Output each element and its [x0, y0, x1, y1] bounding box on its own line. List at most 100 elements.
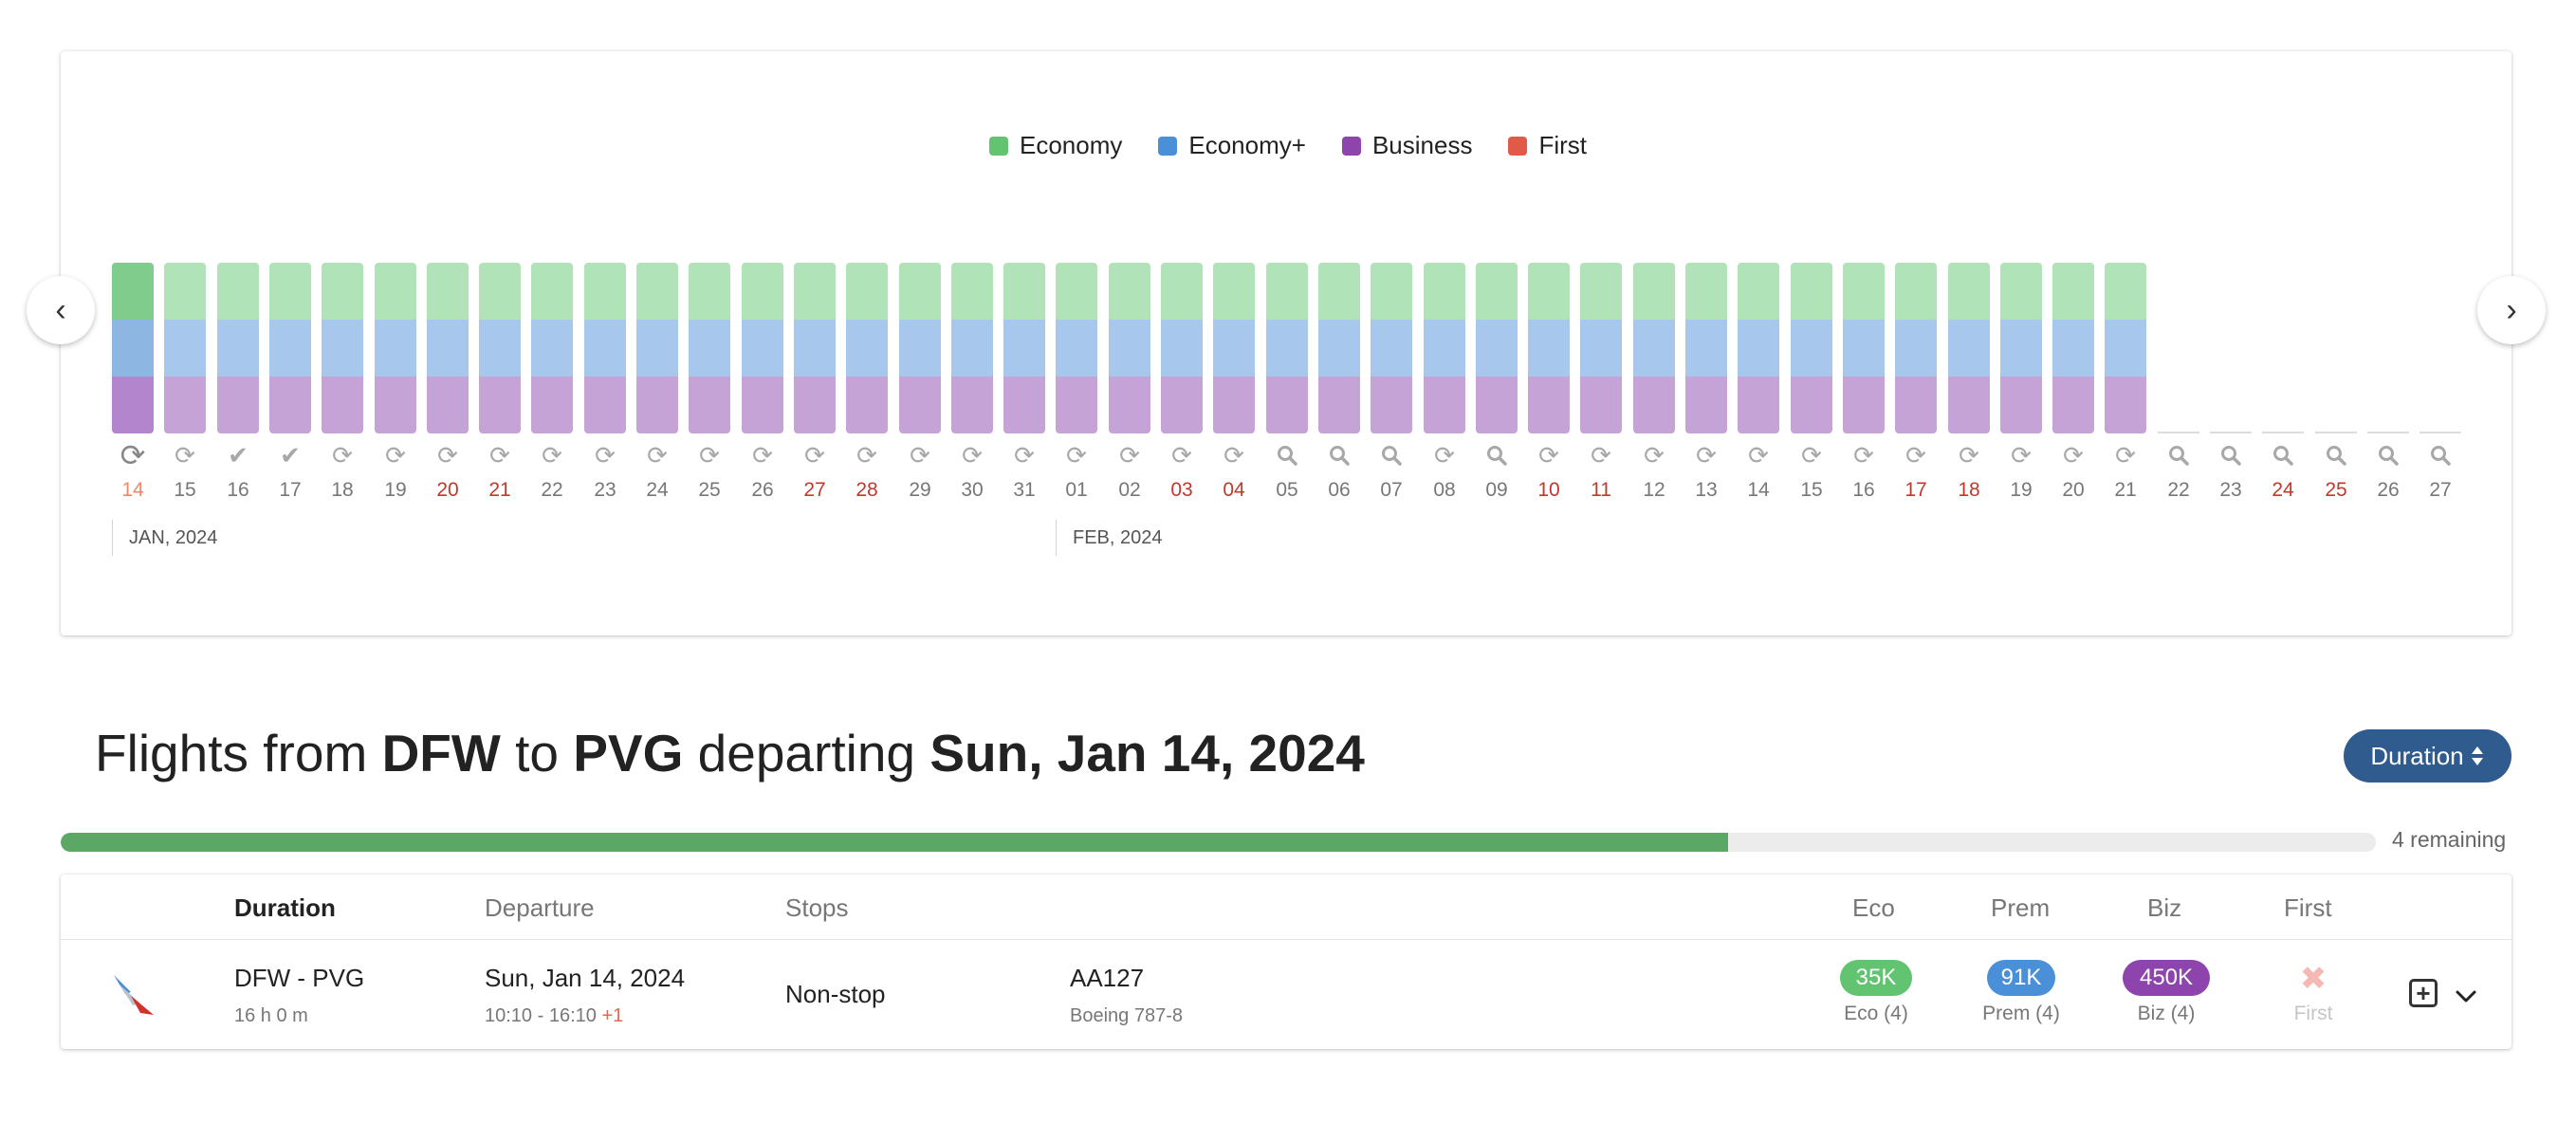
refresh-icon[interactable]: ⟳ — [1738, 438, 1779, 472]
day-label[interactable]: 06 — [1318, 479, 1360, 502]
column-header-first[interactable]: First — [2284, 893, 2332, 923]
day-availability-bar[interactable] — [1948, 263, 1990, 433]
day-label[interactable]: 16 — [217, 479, 259, 502]
refresh-icon[interactable]: ⟳ — [1213, 438, 1255, 472]
day-availability-bar[interactable] — [1003, 263, 1045, 433]
search-icon[interactable] — [2367, 438, 2409, 475]
day-availability-bar[interactable] — [1424, 263, 1465, 433]
day-label[interactable]: 27 — [2420, 479, 2461, 502]
refresh-icon[interactable]: ⟳ — [2000, 438, 2042, 472]
day-availability-bar[interactable] — [112, 263, 154, 433]
day-availability-bar[interactable] — [742, 263, 783, 433]
day-availability-bar[interactable] — [1738, 263, 1779, 433]
refresh-icon[interactable]: ⟳ — [846, 438, 888, 472]
day-availability-bar[interactable] — [531, 263, 573, 433]
search-icon[interactable] — [2420, 438, 2461, 475]
day-label[interactable]: 24 — [636, 479, 678, 502]
day-availability-bar[interactable] — [1318, 263, 1360, 433]
refresh-icon[interactable]: ⟳ — [1580, 438, 1622, 472]
column-header-biz[interactable]: Biz — [2147, 893, 2181, 923]
day-label[interactable]: 15 — [164, 479, 206, 502]
prev-dates-button[interactable]: ‹ — [27, 276, 95, 344]
sort-duration-button[interactable]: Duration — [2344, 729, 2512, 782]
day-availability-bar[interactable] — [1633, 263, 1675, 433]
day-availability-bar[interactable] — [1528, 263, 1570, 433]
day-availability-bar[interactable] — [375, 263, 416, 433]
day-availability-bar[interactable] — [1476, 263, 1518, 433]
refresh-icon[interactable]: ⟳ — [427, 438, 469, 472]
day-label[interactable]: 21 — [479, 479, 521, 502]
day-label[interactable]: 04 — [1213, 479, 1255, 502]
day-label[interactable]: 09 — [1476, 479, 1518, 502]
day-label[interactable]: 12 — [1633, 479, 1675, 502]
day-availability-bar[interactable] — [322, 263, 363, 433]
day-label[interactable]: 08 — [1424, 479, 1465, 502]
day-label[interactable]: 29 — [899, 479, 941, 502]
refresh-icon[interactable]: ⟳ — [742, 438, 783, 472]
day-availability-bar[interactable] — [1371, 263, 1412, 433]
day-availability-bar[interactable] — [794, 263, 836, 433]
search-icon[interactable] — [1476, 438, 1518, 475]
refresh-icon[interactable]: ⟳ — [794, 438, 836, 472]
day-label[interactable]: 26 — [742, 479, 783, 502]
refresh-icon[interactable]: ⟳ — [1528, 438, 1570, 472]
day-availability-bar[interactable] — [1685, 263, 1727, 433]
day-label[interactable]: 24 — [2262, 479, 2304, 502]
refresh-icon[interactable]: ⟳ — [951, 438, 993, 472]
day-label[interactable]: 30 — [951, 479, 993, 502]
refresh-icon[interactable]: ⟳ — [1895, 438, 1937, 472]
column-header-eco[interactable]: Eco — [1852, 893, 1895, 923]
refresh-icon[interactable]: ⟳ — [636, 438, 678, 472]
add-flight-button[interactable]: + — [2409, 979, 2438, 1007]
day-label[interactable]: 23 — [2210, 479, 2252, 502]
search-icon[interactable] — [1266, 438, 1308, 475]
refresh-icon[interactable]: ⟳ — [584, 438, 626, 472]
day-label[interactable]: 18 — [1948, 479, 1990, 502]
refresh-icon[interactable]: ⟳ — [1056, 438, 1097, 472]
refresh-icon[interactable]: ⟳ — [1161, 438, 1203, 472]
day-availability-bar[interactable] — [2052, 263, 2094, 433]
check-icon[interactable]: ✔ — [269, 438, 311, 472]
refresh-icon[interactable]: ⟳ — [1843, 438, 1885, 472]
refresh-icon[interactable]: ⟳ — [322, 438, 363, 472]
column-header-prem[interactable]: Prem — [1991, 893, 2050, 923]
day-label[interactable]: 03 — [1161, 479, 1203, 502]
refresh-icon[interactable]: ⟳ — [689, 438, 730, 472]
next-dates-button[interactable]: › — [2477, 276, 2546, 344]
day-label[interactable]: 17 — [269, 479, 311, 502]
day-label[interactable]: 19 — [375, 479, 416, 502]
day-availability-bar[interactable] — [164, 263, 206, 433]
refresh-icon[interactable]: ⟳ — [1424, 438, 1465, 472]
search-icon[interactable] — [2158, 438, 2199, 475]
search-icon[interactable] — [2315, 438, 2357, 475]
day-label[interactable]: 20 — [427, 479, 469, 502]
chevron-down-icon[interactable] — [2453, 983, 2479, 1009]
day-label[interactable]: 07 — [1371, 479, 1412, 502]
day-availability-bar[interactable] — [1895, 263, 1937, 433]
refresh-icon[interactable]: ⟳ — [531, 438, 573, 472]
day-availability-bar[interactable] — [1791, 263, 1832, 433]
day-availability-bar[interactable] — [479, 263, 521, 433]
day-availability-bar[interactable] — [269, 263, 311, 433]
day-availability-bar[interactable] — [1213, 263, 1255, 433]
day-availability-bar[interactable] — [1161, 263, 1203, 433]
day-label[interactable]: 21 — [2105, 479, 2146, 502]
day-label[interactable]: 11 — [1580, 479, 1622, 502]
day-label[interactable]: 19 — [2000, 479, 2042, 502]
day-label[interactable]: 14 — [112, 479, 154, 502]
day-availability-bar[interactable] — [1109, 263, 1150, 433]
day-label[interactable]: 16 — [1843, 479, 1885, 502]
refresh-icon[interactable]: ⟳ — [1109, 438, 1150, 472]
day-label[interactable]: 15 — [1791, 479, 1832, 502]
day-label[interactable]: 18 — [322, 479, 363, 502]
column-header-duration[interactable]: Duration — [234, 893, 336, 923]
refresh-icon[interactable]: ⟳ — [2052, 438, 2094, 472]
column-header-departure[interactable]: Departure — [485, 893, 595, 923]
day-availability-bar[interactable] — [1056, 263, 1097, 433]
day-label[interactable]: 31 — [1003, 479, 1045, 502]
refresh-icon[interactable]: ⟳ — [1948, 438, 1990, 472]
column-header-stops[interactable]: Stops — [785, 893, 849, 923]
prem-price-badge[interactable]: 91K — [1987, 960, 2055, 996]
day-availability-bar[interactable] — [1580, 263, 1622, 433]
eco-price-badge[interactable]: 35K — [1840, 960, 1912, 996]
